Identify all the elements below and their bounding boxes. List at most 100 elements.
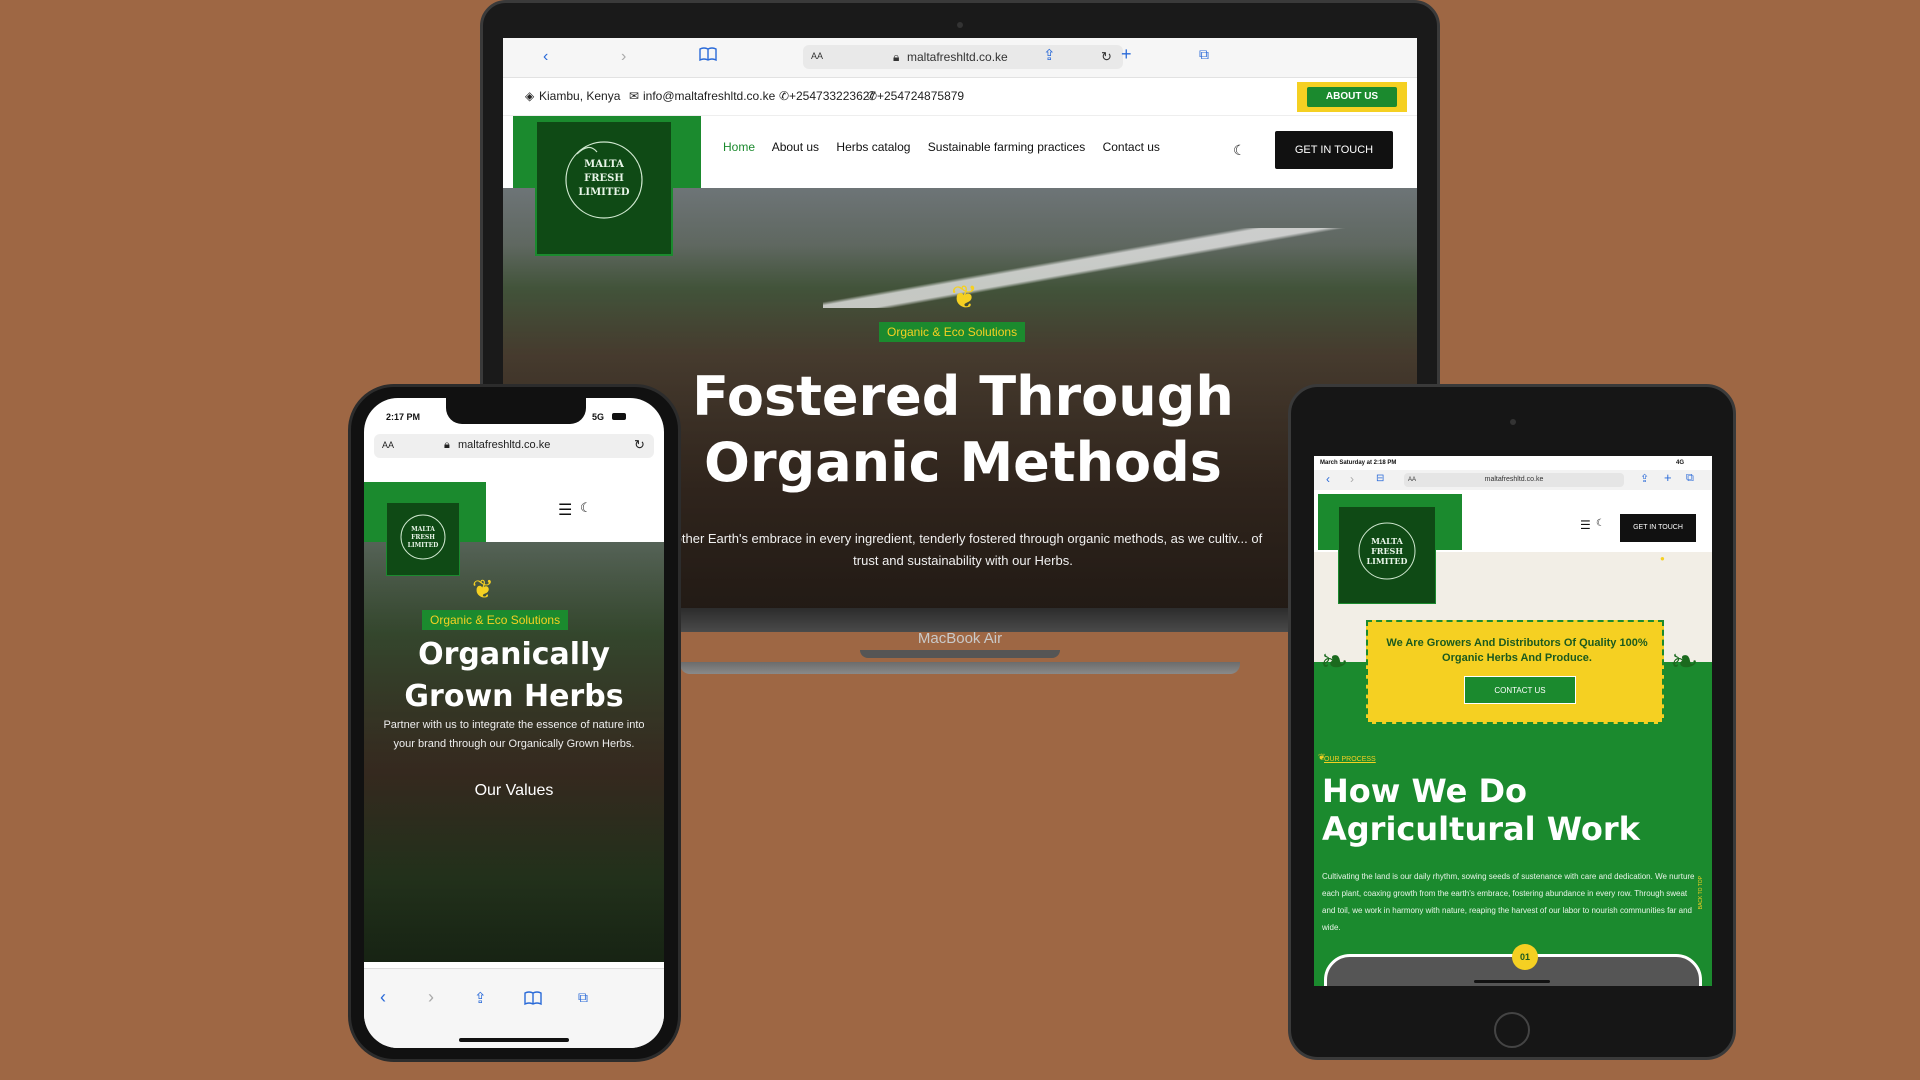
lock-icon: 🔒︎ — [893, 50, 900, 64]
status-signal: 5G — [592, 412, 605, 422]
about-us-wrapper: ABOUT US — [1297, 82, 1407, 112]
phone-icon: ✆ — [867, 89, 878, 103]
home-indicator — [1474, 980, 1550, 983]
battery-icon — [612, 413, 626, 420]
svg-text:FRESH: FRESH — [411, 534, 435, 541]
mail-icon: ✉ — [629, 89, 640, 103]
location-icon: ◈ — [525, 89, 535, 103]
address-bar[interactable]: AA 🔒︎ maltafreshltd.co.ke ↻ — [374, 434, 654, 458]
back-icon[interactable]: ‹ — [1326, 472, 1330, 486]
forward-icon[interactable]: › — [428, 987, 434, 1008]
nav-sustainable-farming[interactable]: Sustainable farming practices — [928, 140, 1085, 154]
phone-icon: ✆ — [779, 89, 790, 103]
reader-aa[interactable]: AA — [1408, 473, 1416, 487]
reader-aa[interactable]: AA — [811, 51, 823, 61]
hamburger-menu-icon[interactable]: ☰ — [1580, 518, 1591, 532]
new-tab-icon[interactable]: + — [1664, 470, 1672, 485]
reader-aa[interactable]: AA — [382, 440, 394, 450]
wheat-icon: ❦ — [951, 279, 978, 315]
svg-text:MALTA: MALTA — [1371, 536, 1404, 546]
status-bar: March Saturday at 2:18 PM 4G — [1320, 460, 1706, 466]
tabs-icon[interactable]: ⧉ — [1686, 472, 1694, 485]
growers-banner: We Are Growers And Distributors Of Quali… — [1366, 620, 1664, 724]
get-in-touch-button[interactable]: GET IN TOUCH — [1275, 131, 1393, 169]
device-label: MacBook Air — [917, 630, 1003, 647]
tablet-home-button[interactable] — [1494, 1012, 1530, 1048]
site-logo[interactable]: MALTA FRESH LIMITED — [535, 120, 673, 256]
dark-mode-moon-icon[interactable]: ☾ — [580, 500, 592, 516]
hero-badge: Organic & Eco Solutions — [879, 322, 1026, 342]
url-text: maltafreshltd.co.ke — [907, 50, 1008, 64]
back-icon[interactable]: ‹ — [380, 987, 386, 1008]
hero-subtitle: Partner with us to integrate the essence… — [383, 719, 645, 750]
lock-icon: 🔒︎ — [444, 439, 450, 451]
nav-home[interactable]: Home — [723, 140, 755, 154]
section-title: How We Do Agricultural Work — [1322, 772, 1640, 848]
hero-title: Fostered Through Organic Methods — [692, 365, 1234, 494]
about-us-button[interactable]: ABOUT US — [1307, 87, 1397, 107]
status-signal: 4G — [1676, 460, 1685, 466]
browser-toolbar: ‹ › ⊟ AA maltafreshltd.co.ke ⇪ + ⧉ — [1314, 470, 1712, 490]
hero-fence-detail — [823, 228, 1417, 308]
url-text: maltafreshltd.co.ke — [1484, 476, 1544, 483]
svg-text:LIMITED: LIMITED — [578, 187, 630, 198]
address-bar[interactable]: AA maltafreshltd.co.ke — [1404, 473, 1624, 487]
location-text: Kiambu, Kenya — [539, 89, 621, 103]
dark-mode-moon-icon[interactable]: ☾ — [1233, 142, 1246, 159]
hero-title: Organically Grown Herbs — [404, 637, 624, 714]
contact-bar: ◈ Kiambu, Kenya ✉ info@maltafreshltd.co.… — [503, 78, 1417, 116]
svg-text:LIMITED: LIMITED — [408, 542, 439, 549]
svg-text:FRESH: FRESH — [584, 173, 624, 184]
forward-icon[interactable]: › — [1350, 472, 1354, 486]
hero-subtitle: Mother Earth's embrace in every ingredie… — [663, 531, 1263, 568]
phone-link-2[interactable]: +254724875879 — [877, 89, 964, 103]
nav-about[interactable]: About us — [772, 140, 819, 154]
phone-screen: 2:17 PM 5G AA 🔒︎ maltafreshltd.co.ke ↻ M… — [364, 398, 664, 1048]
email-link[interactable]: info@maltafreshltd.co.ke — [643, 89, 775, 103]
browser-toolbar: ‹ › AA 🔒︎ maltafreshltd.co.ke ↻ ⇪ + ⧉ — [503, 38, 1417, 78]
forward-icon[interactable]: › — [621, 48, 626, 66]
hamburger-menu-icon[interactable]: ☰ — [558, 500, 572, 520]
section-eyebrow: OUR PROCESS — [1324, 756, 1376, 763]
bookmarks-icon[interactable] — [699, 47, 717, 62]
laptop-hinge — [860, 650, 1060, 658]
reload-icon[interactable]: ↻ — [1101, 49, 1112, 65]
phone-link-1[interactable]: +254733223627 — [789, 89, 876, 103]
status-time: 2:17 PM — [386, 412, 421, 422]
back-to-top-link[interactable]: BACK TO TOP — [1698, 876, 1704, 909]
address-bar[interactable]: AA 🔒︎ maltafreshltd.co.ke ↻ — [803, 45, 1123, 69]
laptop-camera — [957, 22, 963, 28]
nav-herbs-catalog[interactable]: Herbs catalog — [836, 140, 910, 154]
contact-us-button[interactable]: CONTACT US — [1464, 676, 1576, 704]
tablet-screen: March Saturday at 2:18 PM 4G ‹ › ⊟ AA ma… — [1314, 456, 1712, 986]
step-number: 01 — [1512, 944, 1538, 970]
dark-mode-moon-icon[interactable]: ☾ — [1596, 518, 1605, 529]
wheat-icon: ❦ — [472, 574, 494, 604]
svg-text:MALTA: MALTA — [411, 526, 435, 533]
share-icon[interactable]: ⇪ — [1640, 472, 1649, 485]
banner-text: We Are Growers And Distributors Of Quali… — [1386, 637, 1648, 664]
share-icon[interactable]: ⇪ — [474, 989, 487, 1007]
tabs-icon[interactable]: ⧉ — [578, 989, 588, 1006]
section-body: Cultivating the land is our daily rhythm… — [1322, 872, 1695, 932]
back-icon[interactable]: ‹ — [543, 48, 548, 66]
site-logo[interactable]: MALTA FRESH LIMITED — [386, 502, 460, 576]
tabs-icon[interactable]: ⧉ — [1199, 46, 1209, 63]
laptop-foot — [680, 662, 1240, 674]
nav-contact[interactable]: Contact us — [1103, 140, 1160, 154]
new-tab-icon[interactable]: + — [1121, 44, 1132, 65]
leaf-icon: ❧ — [1320, 643, 1349, 681]
bookmarks-icon[interactable] — [524, 991, 542, 1010]
svg-text:LIMITED: LIMITED — [1367, 556, 1408, 566]
reload-icon[interactable]: ↻ — [634, 437, 645, 453]
share-icon[interactable]: ⇪ — [1043, 46, 1056, 64]
bookmarks-icon[interactable]: ⊟ — [1376, 473, 1384, 484]
hero-badge: Organic & Eco Solutions — [422, 610, 569, 630]
phone-notch — [446, 398, 586, 424]
leaf-icon: ❧ — [1670, 643, 1699, 681]
get-in-touch-button[interactable]: GET IN TOUCH — [1620, 514, 1696, 542]
svg-text:MALTA: MALTA — [584, 159, 624, 170]
nav-links: Home About us Herbs catalog Sustainable … — [723, 140, 1174, 154]
site-logo[interactable]: MALTA FRESH LIMITED — [1338, 506, 1436, 604]
status-date: March Saturday at 2:18 PM — [1320, 460, 1397, 466]
